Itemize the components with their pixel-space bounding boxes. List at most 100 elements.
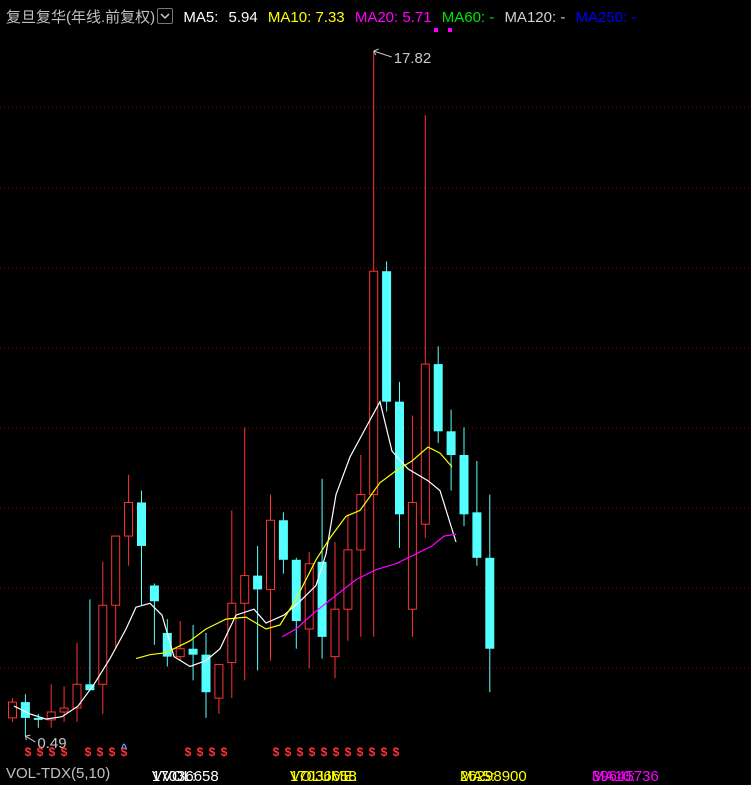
ma10-line xyxy=(135,446,453,660)
candle xyxy=(227,510,237,699)
candle xyxy=(420,115,430,539)
candle-body xyxy=(149,585,159,602)
kline-chart[interactable]: 复旦复华(年线.前复权) MA5: 5.94 MA10: 7.33 MA20: … xyxy=(0,0,751,785)
candle-body xyxy=(8,701,17,719)
indicator-name[interactable]: VOL-TDX(5,10) xyxy=(6,765,110,782)
signal-marker: $ xyxy=(309,745,316,759)
signal-marker: $ xyxy=(109,745,116,759)
candle xyxy=(459,427,469,527)
candle-body xyxy=(446,431,456,456)
vvol-value: 17036658 xyxy=(152,768,219,785)
candle xyxy=(85,599,95,691)
signal-marker: $ xyxy=(297,745,304,759)
candle xyxy=(46,684,56,728)
signal-marker: $ xyxy=(197,745,204,759)
candle-body xyxy=(291,559,301,622)
candle xyxy=(304,551,314,669)
candle xyxy=(382,261,392,412)
signal-marker: $ xyxy=(25,745,32,759)
low-price-arrow xyxy=(24,734,36,743)
candle xyxy=(485,494,495,693)
candle xyxy=(214,664,224,714)
candle-body xyxy=(111,535,121,606)
candle xyxy=(343,514,353,641)
candle xyxy=(253,545,263,671)
volume-value: 17036658 xyxy=(290,768,357,785)
candle xyxy=(433,346,443,444)
candle xyxy=(317,478,327,659)
candle-body xyxy=(214,664,224,699)
signal-marker: $ xyxy=(85,745,92,759)
signal-marker: $ xyxy=(369,745,376,759)
candle xyxy=(266,494,275,661)
ma-lines xyxy=(13,400,457,720)
signal-marker: $ xyxy=(273,745,280,759)
signal-marker: $ xyxy=(357,745,364,759)
candle xyxy=(240,427,250,681)
candles xyxy=(8,51,495,737)
candle xyxy=(395,381,404,548)
high-price-arrow xyxy=(373,48,392,58)
candle xyxy=(111,535,121,649)
signal-marker: $ xyxy=(321,745,328,759)
ma-dot xyxy=(434,28,438,32)
candle xyxy=(98,561,108,714)
signal-marker: $ xyxy=(345,745,352,759)
candle-body xyxy=(278,520,288,560)
signal-marker: $ xyxy=(393,745,400,759)
ma-dot xyxy=(448,28,452,32)
candle-body xyxy=(420,363,430,525)
candle xyxy=(20,694,30,737)
candle-body xyxy=(317,561,327,637)
volume-indicator-bar: VOL-TDX(5,10) VVOL: 17036658 VOLUME: 170… xyxy=(0,762,751,785)
high-price-label: 17.82 xyxy=(394,50,432,67)
candle xyxy=(201,632,211,718)
ma5-line xyxy=(13,400,457,720)
candle xyxy=(356,455,366,637)
signal-marker: $ xyxy=(381,745,388,759)
signal-marker: $ xyxy=(97,745,104,759)
candle-body xyxy=(137,502,146,546)
candle-body xyxy=(266,519,275,590)
candle xyxy=(175,621,185,661)
candle-body xyxy=(356,494,366,551)
candle-body xyxy=(395,401,404,515)
candle xyxy=(330,541,340,679)
candlestick-plot[interactable]: 17.82 0.49 $ $ $ $ $ $ $ $^ $ $ $ $ $ $ $ $ $ $ $ $ $ $ $ xyxy=(0,0,751,784)
candle-body xyxy=(382,271,392,402)
candle-body xyxy=(227,602,237,664)
candle xyxy=(8,698,17,722)
candle-body xyxy=(59,707,69,713)
candle-body xyxy=(175,648,185,658)
candle-body xyxy=(433,364,443,432)
signal-markers: $ $ $ $ $ $ $ $^ $ $ $ $ $ $ $ $ $ $ $ $ $ $ $ xyxy=(25,741,400,759)
candle-body xyxy=(240,575,250,604)
candle xyxy=(407,415,417,637)
candle-body xyxy=(188,648,198,655)
candle-body xyxy=(124,501,134,537)
signal-marker: $ xyxy=(61,745,68,759)
candle xyxy=(124,474,134,566)
candle-body xyxy=(369,270,379,496)
ma-dots xyxy=(434,28,452,32)
candle xyxy=(369,51,379,637)
candle-body xyxy=(459,455,469,515)
candle-body xyxy=(343,549,353,610)
candle xyxy=(472,460,482,566)
signal-marker: $ xyxy=(221,745,228,759)
signal-caret: ^ xyxy=(120,741,127,755)
signal-marker: $ xyxy=(185,745,192,759)
vol-ma10-value: 39645736 xyxy=(592,768,659,785)
candle-body xyxy=(330,608,340,658)
signal-marker: $ xyxy=(333,745,340,759)
candle xyxy=(72,642,82,722)
candle xyxy=(188,625,198,681)
signal-marker: $ xyxy=(49,745,56,759)
candle-body xyxy=(485,557,495,649)
candle xyxy=(278,512,288,574)
candle xyxy=(446,409,456,491)
signal-marker: $ xyxy=(285,745,292,759)
signal-marker: $ xyxy=(209,745,216,759)
candle-body xyxy=(253,575,263,590)
vol-ma5-value: 26298900 xyxy=(460,768,527,785)
